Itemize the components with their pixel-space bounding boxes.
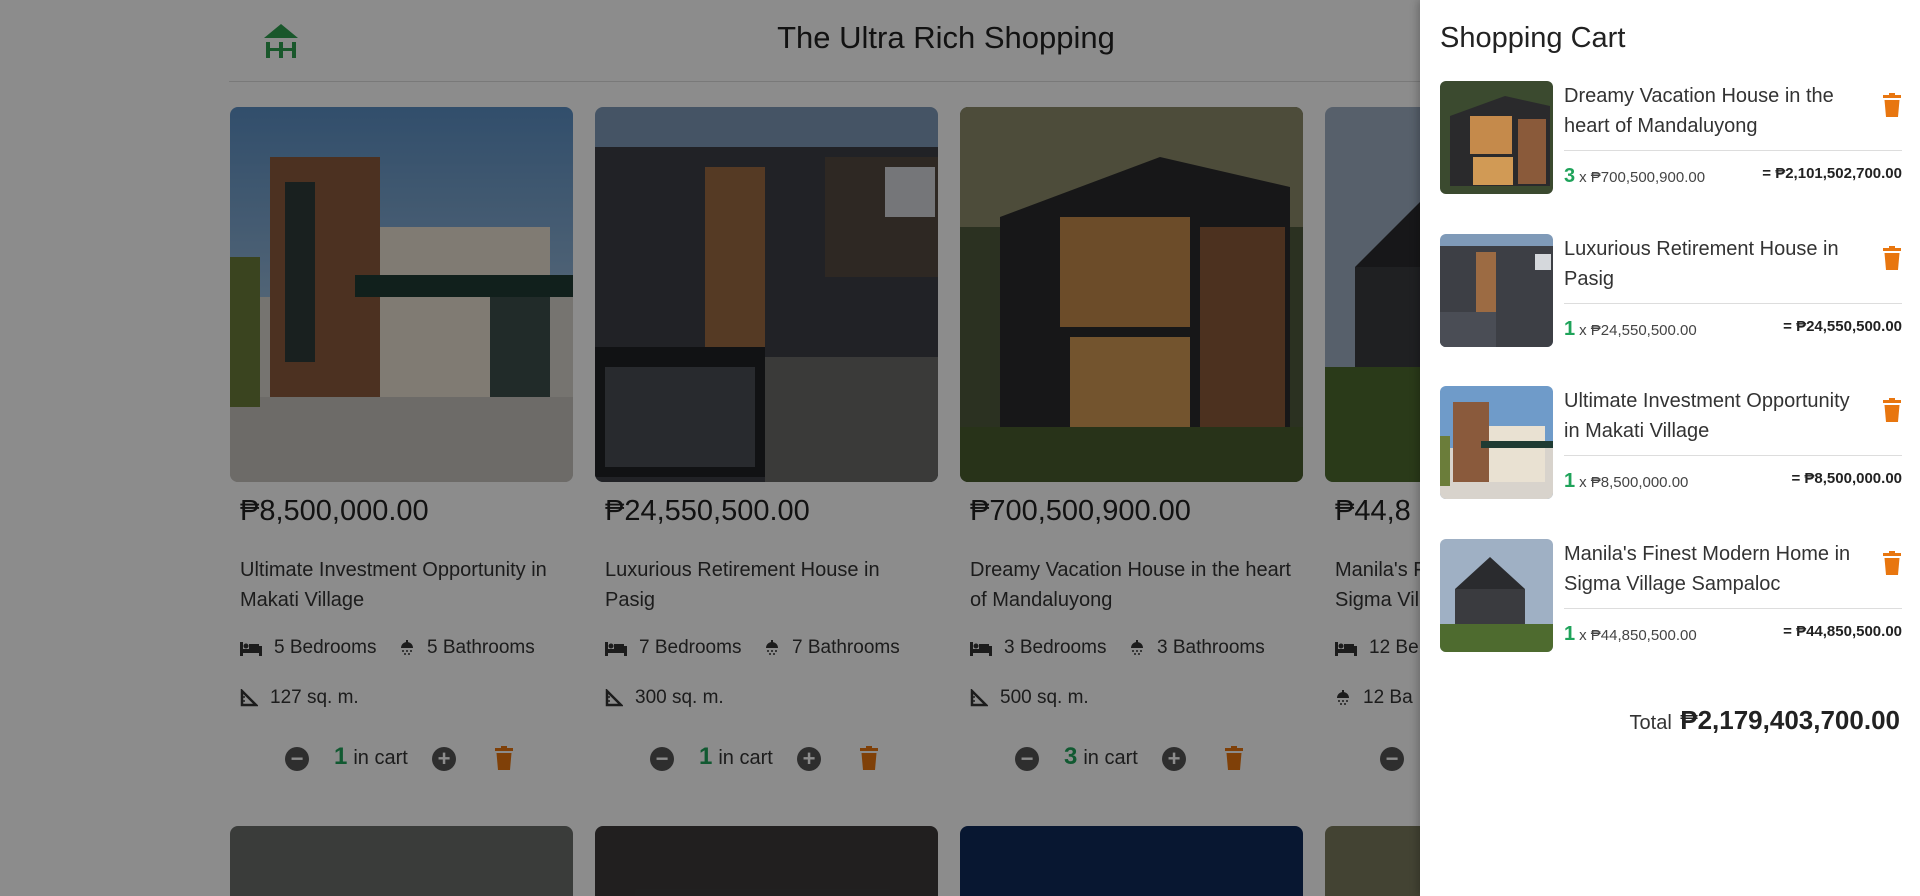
cart-total: Total ₱2,179,403,700.00 — [1630, 705, 1900, 736]
trash-icon[interactable] — [1882, 93, 1902, 117]
cart-item: Luxurious Retirement House in Pasig 1x ₱… — [1440, 234, 1902, 349]
divider — [1564, 303, 1902, 304]
cart-item-name: Ultimate Investment Opportunity in Makat… — [1564, 390, 1850, 442]
cart-item-quantity: 1x ₱44,850,500.00 — [1564, 623, 1697, 646]
cart-item-thumbnail — [1440, 539, 1553, 652]
cart-item-thumbnail — [1440, 386, 1553, 499]
cart-item-quantity: 1x ₱8,500,000.00 — [1564, 470, 1688, 493]
cart-item-qty: 1 — [1564, 318, 1576, 340]
cart-item-quantity: 3x ₱700,500,900.00 — [1564, 165, 1705, 188]
cart-total-label: Total — [1629, 712, 1672, 734]
cart-item-subtotal: = ₱8,500,000.00 — [1791, 470, 1902, 487]
cart-item-quantity: 1x ₱24,550,500.00 — [1564, 318, 1697, 341]
cart-item-unit-price: x ₱8,500,000.00 — [1579, 474, 1689, 491]
cart-item-qty: 1 — [1564, 623, 1576, 645]
cart-item-name: Luxurious Retirement House in Pasig — [1564, 238, 1839, 290]
cart-item-subtotal: = ₱2,101,502,700.00 — [1762, 165, 1902, 182]
trash-icon[interactable] — [1882, 246, 1902, 270]
divider — [1564, 455, 1902, 456]
cart-item-unit-price: x ₱700,500,900.00 — [1579, 169, 1706, 186]
cart-item-name: Manila's Finest Modern Home in Sigma Vil… — [1564, 543, 1851, 595]
cart-item-unit-price: x ₱24,550,500.00 — [1579, 322, 1697, 339]
cart-item-unit-price: x ₱44,850,500.00 — [1579, 627, 1697, 644]
cart-item: Manila's Finest Modern Home in Sigma Vil… — [1440, 539, 1902, 654]
cart-title: Shopping Cart — [1440, 22, 1626, 54]
cart-item-name: Dreamy Vacation House in the heart of Ma… — [1564, 85, 1834, 137]
page: The Ultra Rich Shopping ₱8,500,000.00 Ul… — [0, 0, 1920, 896]
divider — [1564, 608, 1902, 609]
trash-icon[interactable] — [1882, 398, 1902, 422]
cart-item-subtotal: = ₱44,850,500.00 — [1783, 623, 1902, 640]
trash-icon[interactable] — [1882, 551, 1902, 575]
cart-item-thumbnail — [1440, 234, 1553, 347]
cart-item: Dreamy Vacation House in the heart of Ma… — [1440, 81, 1902, 196]
cart-total-value: ₱2,179,403,700.00 — [1680, 705, 1900, 735]
divider — [1564, 150, 1902, 151]
cart-item: Ultimate Investment Opportunity in Makat… — [1440, 386, 1902, 501]
cart-item-subtotal: = ₱24,550,500.00 — [1783, 318, 1902, 335]
drawer-backdrop[interactable] — [0, 0, 1420, 896]
shopping-cart-drawer: Shopping Cart Dreamy Vacation House in t… — [1420, 0, 1920, 896]
cart-item-qty: 3 — [1564, 165, 1576, 187]
cart-item-qty: 1 — [1564, 470, 1576, 492]
cart-item-thumbnail — [1440, 81, 1553, 194]
